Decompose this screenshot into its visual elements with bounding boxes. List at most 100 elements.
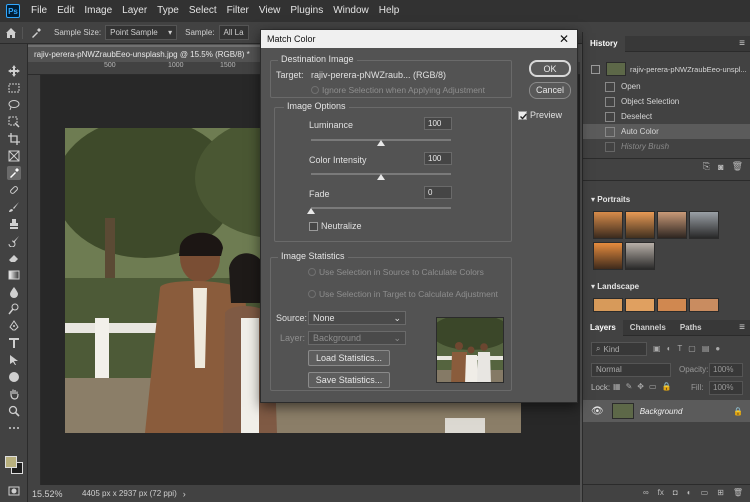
- hand-tool-icon[interactable]: [7, 387, 21, 401]
- eye-icon[interactable]: 👁: [591, 406, 604, 417]
- load-statistics-button[interactable]: Load Statistics...: [308, 350, 390, 366]
- panel-menu-icon[interactable]: ≡: [739, 322, 745, 333]
- trash-icon[interactable]: 🗑: [733, 488, 743, 497]
- fx-icon[interactable]: fx: [658, 488, 664, 497]
- filter-toggle-icon[interactable]: ●: [715, 344, 720, 353]
- blur-tool-icon[interactable]: [7, 285, 21, 299]
- menu-select[interactable]: Select: [184, 0, 222, 22]
- folder-icon[interactable]: ▭: [701, 488, 709, 497]
- preset-thumbnail[interactable]: [689, 298, 719, 312]
- healing-brush-tool-icon[interactable]: [7, 183, 21, 197]
- smart-object-filter-icon[interactable]: ▤: [702, 344, 710, 353]
- adjustment-layer-icon[interactable]: ◐: [687, 488, 692, 497]
- luminance-slider-thumb[interactable]: [377, 140, 385, 146]
- brush-tool-icon[interactable]: [7, 200, 21, 214]
- fill-input[interactable]: 100%: [709, 381, 743, 395]
- use-selection-target-checkbox[interactable]: [308, 290, 316, 298]
- marquee-tool-icon[interactable]: [7, 81, 21, 95]
- lasso-tool-icon[interactable]: [7, 98, 21, 112]
- eyedropper-tool-icon[interactable]: [22, 26, 48, 39]
- add-mask-icon[interactable]: ◘: [673, 488, 678, 497]
- source-select[interactable]: None ⌄: [308, 311, 406, 325]
- preset-thumbnail[interactable]: [593, 211, 623, 239]
- menu-plugins[interactable]: Plugins: [285, 0, 328, 22]
- type-tool-icon[interactable]: [7, 336, 21, 350]
- tab-channels[interactable]: Channels: [623, 320, 673, 336]
- zoom-level[interactable]: 15.52%: [32, 489, 82, 499]
- menu-edit[interactable]: Edit: [52, 0, 79, 22]
- panel-menu-icon[interactable]: ≡: [739, 38, 745, 49]
- layer-name[interactable]: Background: [640, 407, 683, 416]
- gradient-tool-icon[interactable]: [7, 268, 21, 282]
- trash-icon[interactable]: 🗑: [732, 161, 743, 172]
- tab-layers[interactable]: Layers: [583, 319, 623, 336]
- pen-tool-icon[interactable]: [7, 319, 21, 333]
- history-snapshot[interactable]: rajiv-perera-pNWZraubEeo-unspl...: [583, 60, 750, 78]
- color-intensity-slider-thumb[interactable]: [377, 174, 385, 180]
- layer-filter-kind[interactable]: ⌕ Kind: [591, 342, 647, 356]
- history-item[interactable]: Object Selection: [583, 94, 750, 109]
- tab-history[interactable]: History: [583, 35, 625, 52]
- menu-view[interactable]: View: [254, 0, 286, 22]
- shape-tool-icon[interactable]: [7, 370, 21, 384]
- history-item[interactable]: Open: [583, 79, 750, 94]
- path-selection-tool-icon[interactable]: [7, 353, 21, 367]
- layer-select[interactable]: Background ⌄: [308, 331, 406, 345]
- save-statistics-button[interactable]: Save Statistics...: [308, 372, 390, 388]
- close-icon[interactable]: ✕: [557, 32, 571, 46]
- cancel-button[interactable]: Cancel: [529, 82, 571, 99]
- use-selection-source-checkbox[interactable]: [308, 268, 316, 276]
- ok-button[interactable]: OK: [529, 60, 571, 77]
- fade-input[interactable]: 0: [424, 186, 452, 199]
- preset-thumbnail[interactable]: [657, 211, 687, 239]
- lock-transparency-icon[interactable]: ▦: [613, 382, 621, 391]
- tab-paths[interactable]: Paths: [673, 320, 709, 336]
- lock-all-icon[interactable]: 🔒: [662, 382, 672, 391]
- zoom-tool-icon[interactable]: [7, 404, 21, 418]
- menu-image[interactable]: Image: [79, 0, 117, 22]
- preset-thumbnail[interactable]: [625, 211, 655, 239]
- sample-select[interactable]: All La: [218, 25, 249, 40]
- menu-help[interactable]: Help: [374, 0, 405, 22]
- layer-row-background[interactable]: 👁 Background 🔒: [583, 400, 750, 422]
- snapshot-source-checkbox[interactable]: [591, 64, 600, 74]
- type-filter-icon[interactable]: T: [677, 344, 682, 353]
- quick-mask-icon[interactable]: [7, 484, 21, 498]
- sample-size-select[interactable]: Point Sample ▾: [105, 25, 178, 40]
- clone-stamp-tool-icon[interactable]: [7, 217, 21, 231]
- luminance-input[interactable]: 100: [424, 117, 452, 130]
- history-item[interactable]: Deselect: [583, 109, 750, 124]
- home-icon[interactable]: [0, 27, 22, 39]
- new-document-from-state-icon[interactable]: ⎘: [703, 161, 710, 172]
- lock-pixels-icon[interactable]: ✎: [626, 382, 633, 391]
- adjustment-filter-icon[interactable]: ◐: [667, 344, 672, 353]
- blend-mode-select[interactable]: Normal: [591, 363, 671, 377]
- landscape-group-label[interactable]: ▾ Landscape: [591, 282, 639, 291]
- history-item-selected[interactable]: Auto Color: [583, 124, 750, 139]
- more-tools-icon[interactable]: [7, 421, 21, 435]
- preset-thumbnail[interactable]: [657, 298, 687, 312]
- lock-position-icon[interactable]: ✥: [637, 382, 644, 391]
- dodge-tool-icon[interactable]: [7, 302, 21, 316]
- link-layers-icon[interactable]: ∞: [643, 488, 649, 497]
- color-intensity-input[interactable]: 100: [424, 152, 452, 165]
- frame-tool-icon[interactable]: [7, 149, 21, 163]
- preset-thumbnail[interactable]: [625, 242, 655, 270]
- menu-window[interactable]: Window: [328, 0, 374, 22]
- move-tool-icon[interactable]: [7, 64, 21, 78]
- preset-thumbnail[interactable]: [593, 298, 623, 312]
- fade-slider-track[interactable]: [311, 207, 451, 209]
- menu-type[interactable]: Type: [152, 0, 184, 22]
- preset-thumbnail[interactable]: [689, 211, 719, 239]
- menu-filter[interactable]: Filter: [222, 0, 254, 22]
- ignore-selection-checkbox[interactable]: [311, 86, 319, 94]
- pixel-filter-icon[interactable]: ▣: [653, 344, 661, 353]
- history-brush-tool-icon[interactable]: [7, 234, 21, 248]
- chevron-right-icon[interactable]: ›: [183, 489, 186, 499]
- document-tab[interactable]: rajiv-perera-pNWZraubEeo-unsplash.jpg @ …: [28, 45, 264, 62]
- dialog-title-bar[interactable]: Match Color: [261, 30, 577, 48]
- fade-slider-thumb[interactable]: [307, 208, 315, 214]
- eraser-tool-icon[interactable]: [7, 251, 21, 265]
- eyedropper-tool-icon[interactable]: [7, 166, 21, 180]
- foreground-color-swatch[interactable]: [5, 456, 17, 468]
